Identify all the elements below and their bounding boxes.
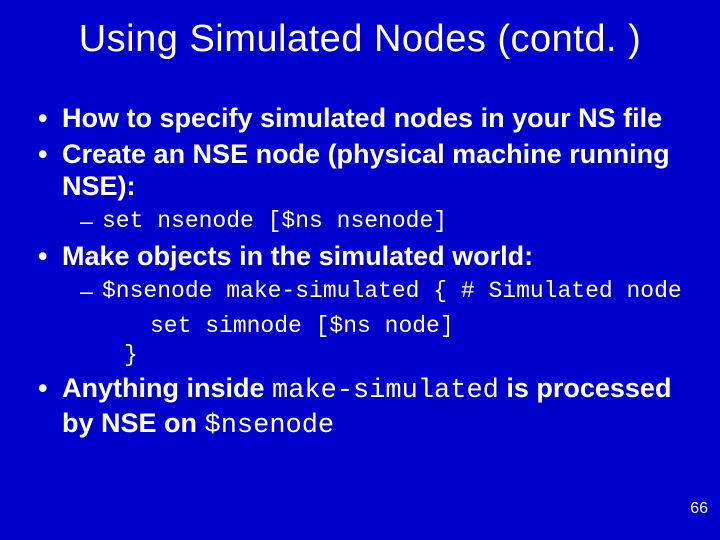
sub-list: set nsenode [$ns nsenode] <box>62 207 686 236</box>
code-inline: make-simulated <box>272 376 499 406</box>
code-line: $nsenode make-simulated { # Simulated no… <box>62 277 686 306</box>
bullet-text: How to specify simulated nodes in your N… <box>62 103 662 133</box>
code-line: } <box>62 341 686 370</box>
bullet-item-anything-inside: Anything inside make-simulated is proces… <box>34 373 686 443</box>
bullet-list: How to specify simulated nodes in your N… <box>34 103 686 443</box>
slide: Using Simulated Nodes (contd. ) How to s… <box>0 0 720 540</box>
slide-title: Using Simulated Nodes (contd. ) <box>34 18 686 61</box>
code-line: set nsenode [$ns nsenode] <box>62 207 686 236</box>
code-inline: $nsenode <box>205 411 335 441</box>
bullet-item-create-nse: Create an NSE node (physical machine run… <box>34 139 686 235</box>
sub-list: $nsenode make-simulated { # Simulated no… <box>62 277 686 306</box>
slide-number: 66 <box>690 500 708 518</box>
code-line: set simnode [$ns node] <box>62 312 686 341</box>
bullet-text-part: Anything inside <box>62 373 272 403</box>
bullet-item-specify: How to specify simulated nodes in your N… <box>34 103 686 135</box>
bullet-text: Create an NSE node (physical machine run… <box>62 139 670 201</box>
bullet-text: Make objects in the simulated world: <box>62 241 533 271</box>
bullet-item-make-objects: Make objects in the simulated world: $ns… <box>34 241 686 369</box>
